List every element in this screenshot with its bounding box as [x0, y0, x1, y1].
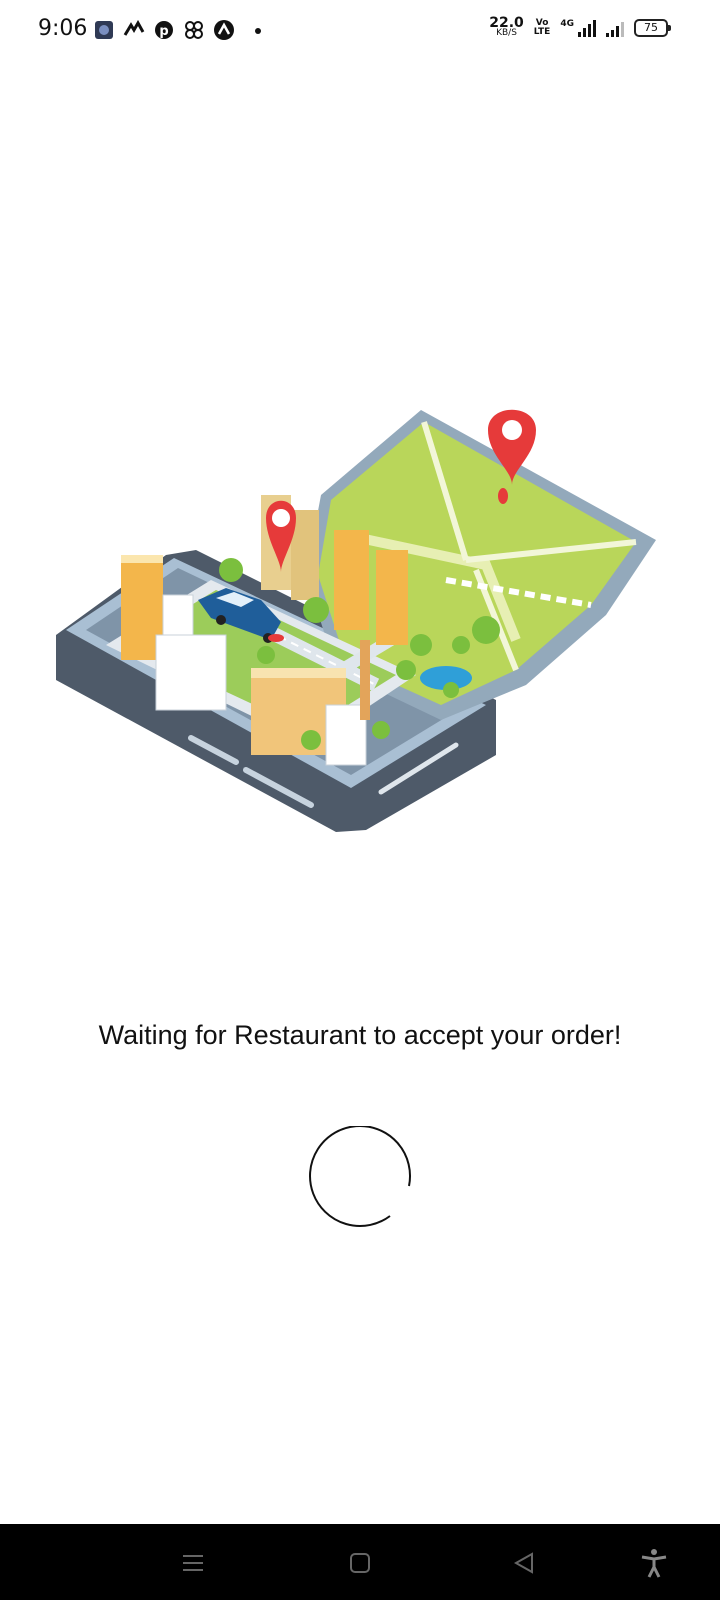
net-speed-value: 22.0: [489, 15, 524, 31]
swirl-app-icon: [123, 19, 145, 41]
net-speed-unit: KB/S: [496, 28, 517, 38]
network-type: 4G: [560, 19, 574, 29]
battery-icon: 75: [634, 19, 671, 37]
caret-app-icon: [213, 19, 235, 41]
status-bar: 9:06 p 22.0 KB/S Vo LTE 4G 75: [0, 0, 720, 64]
home-icon[interactable]: [343, 1546, 377, 1580]
loading-spinner: [308, 1125, 412, 1230]
net-speed: 22.0 KB/S: [489, 15, 524, 38]
signal-4g-icon: 4G: [560, 19, 596, 37]
more-dot-icon: [243, 19, 265, 41]
battery-level: 75: [644, 21, 658, 34]
system-status: 22.0 KB/S Vo LTE 4G 75: [489, 15, 671, 38]
volte-bottom: LTE: [533, 27, 551, 37]
status-time: 9:06: [38, 16, 88, 41]
signal-icon: [606, 19, 624, 37]
notification-icons: p: [93, 19, 265, 41]
gallery-icon: [93, 19, 115, 41]
accessibility-icon[interactable]: [637, 1546, 671, 1580]
waiting-message: Waiting for Restaurant to accept your or…: [98, 1020, 622, 1050]
pinterest-icon: p: [153, 19, 175, 41]
system-nav-bar: [0, 1524, 720, 1600]
map-phone-illustration: [46, 400, 676, 845]
illustration-svg: [56, 409, 656, 832]
pinwheel-icon: [183, 19, 205, 41]
svg-text:p: p: [159, 24, 168, 39]
back-icon[interactable]: [507, 1546, 541, 1580]
menu-icon[interactable]: [176, 1546, 210, 1580]
volte-indicator: Vo LTE: [534, 19, 551, 37]
